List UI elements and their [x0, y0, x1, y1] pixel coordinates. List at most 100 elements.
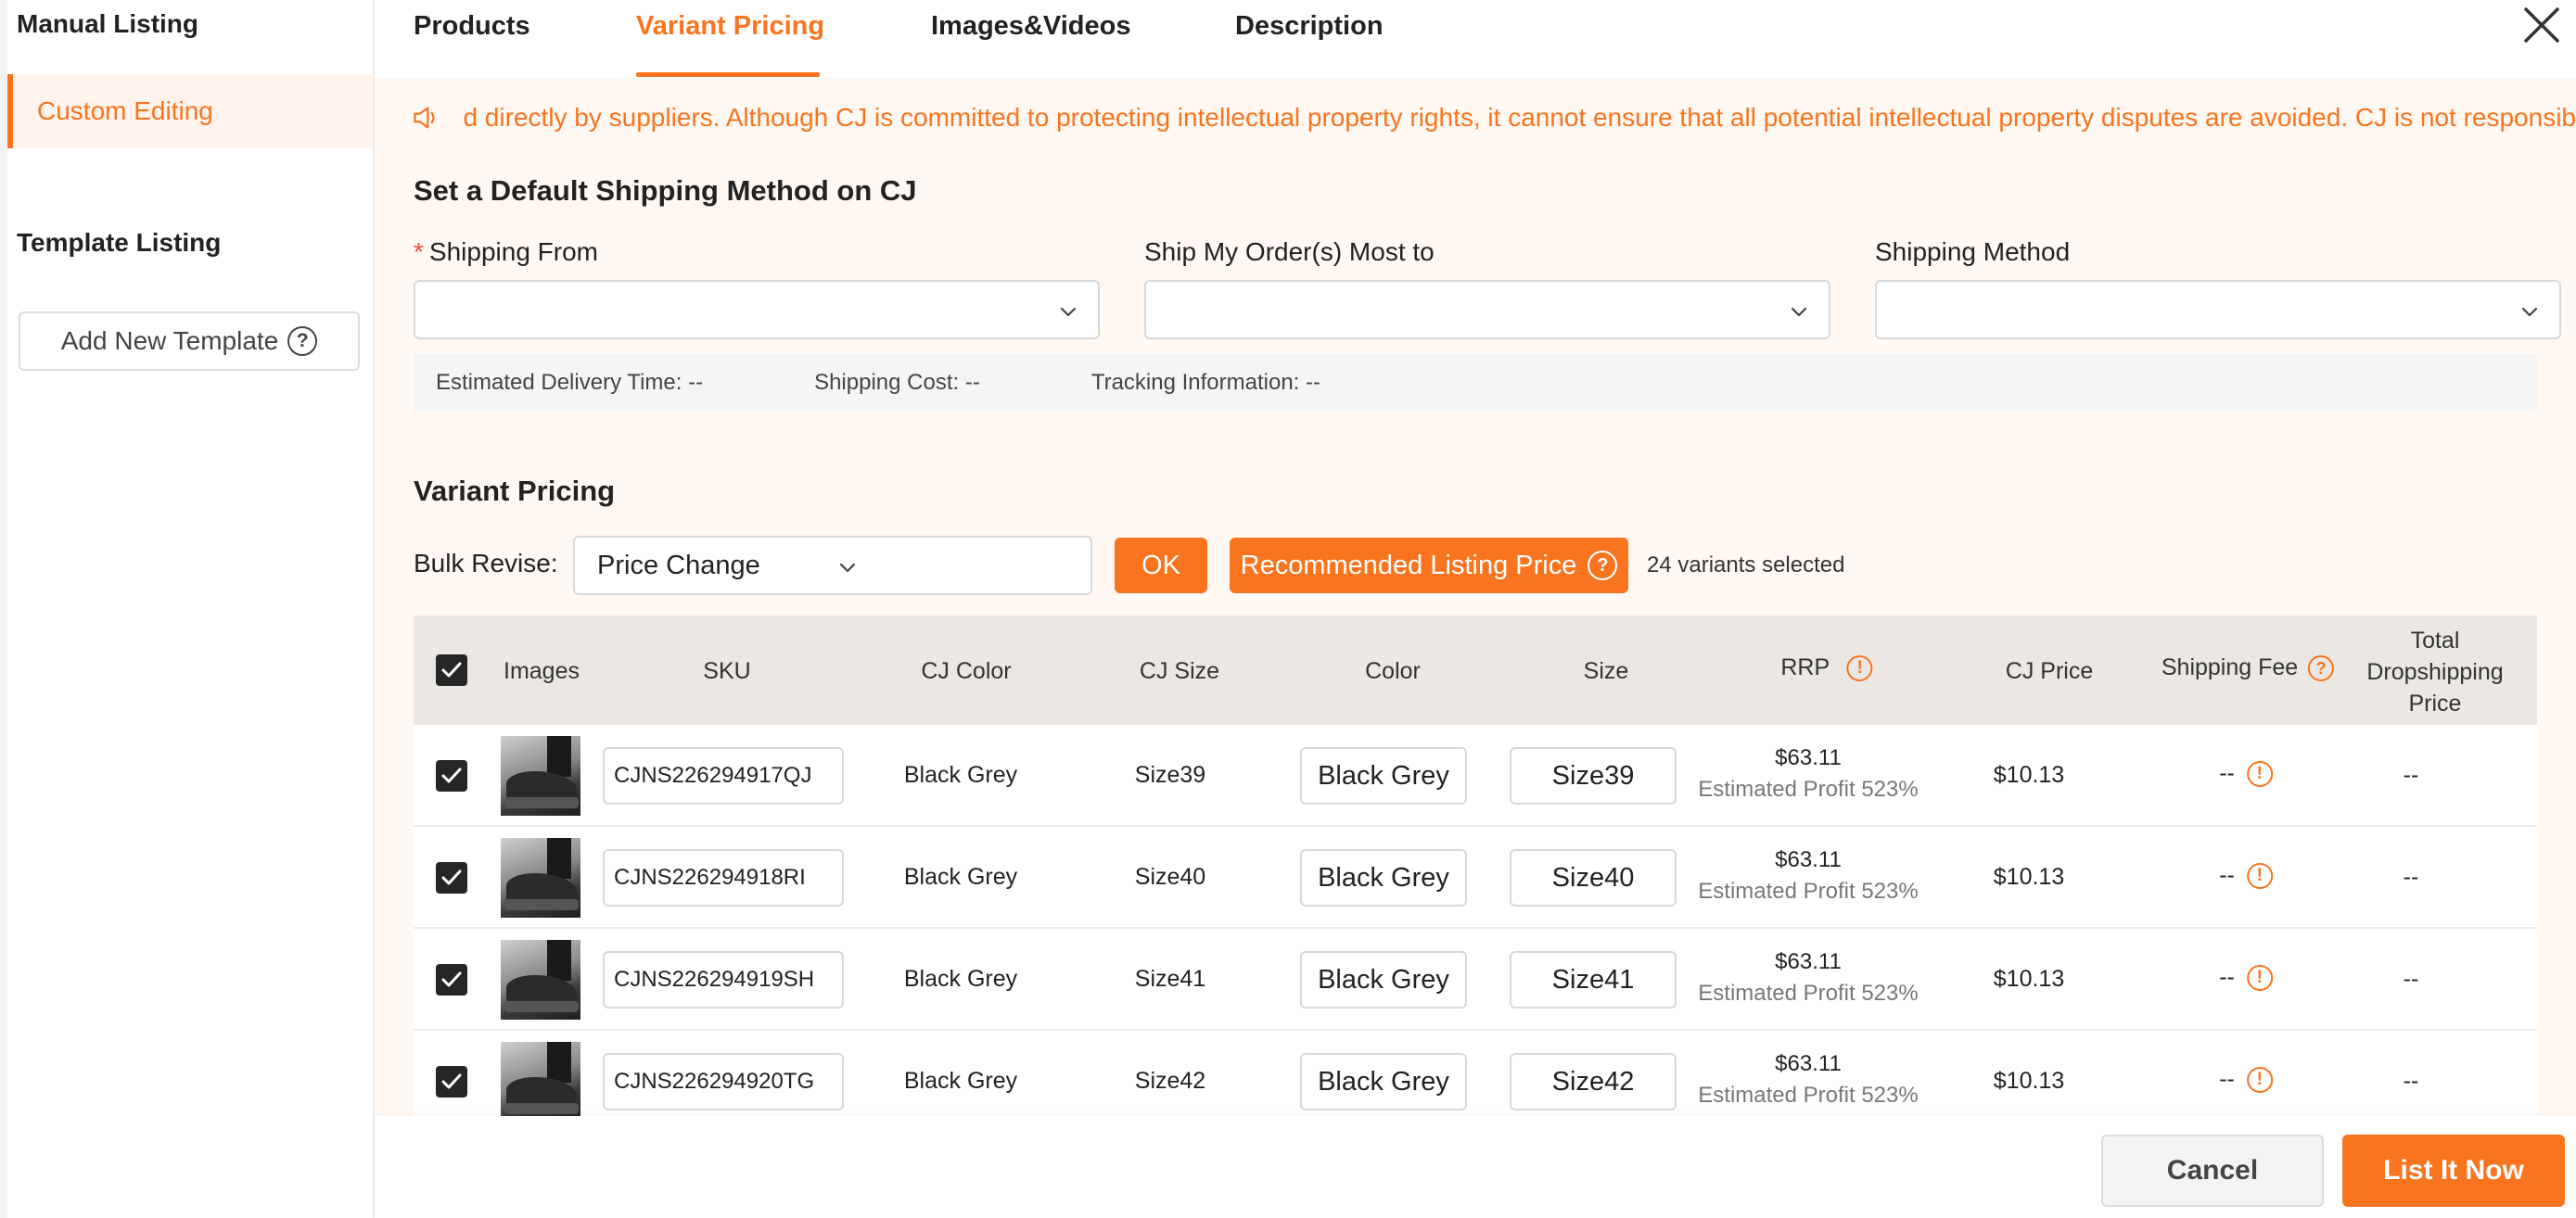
required-mark: * — [414, 237, 424, 266]
sku-input[interactable]: CJNS226294917QJ — [603, 747, 844, 805]
select-all-checkbox[interactable] — [436, 654, 467, 686]
help-icon[interactable]: ? — [2308, 655, 2335, 682]
bulk-revise-label: Bulk Revise: — [414, 549, 558, 577]
rrp-cell: $63.11 Estimated Profit 523% — [1698, 847, 1918, 905]
add-new-template-button[interactable]: Add New Template ? — [19, 311, 360, 371]
shipping-fee-cell: -- ! — [2219, 862, 2273, 890]
notice-banner: d directly by suppliers. Although CJ is … — [412, 95, 2576, 141]
variant-table: Images SKU CJ Color CJ Size Color Size R… — [414, 615, 2537, 1116]
header-sku: SKU — [703, 658, 751, 684]
header-cj-color: CJ Color — [921, 658, 1012, 684]
total-price-cell: -- — [2403, 1068, 2419, 1094]
warning-icon[interactable]: ! — [1846, 655, 1873, 682]
sidebar: Manual Listing Custom Editing Template L… — [0, 0, 375, 1218]
sidebar-heading-manual-listing: Manual Listing — [17, 9, 198, 38]
recommended-listing-price-label: Recommended Listing Price — [1240, 550, 1577, 580]
color-input[interactable]: Black Grey — [1300, 747, 1467, 805]
notice-text: d directly by suppliers. Although CJ is … — [463, 103, 2576, 132]
shipping-fee-value: -- — [2219, 760, 2235, 786]
tab-variant-pricing[interactable]: Variant Pricing — [636, 11, 824, 42]
bulk-revise-value: Price Change — [597, 550, 760, 580]
shipping-fee-cell: -- ! — [2219, 760, 2273, 788]
close-button[interactable] — [2519, 2, 2565, 48]
rrp-price: $63.11 — [1775, 745, 1842, 770]
product-thumbnail[interactable] — [501, 940, 580, 1020]
header-total-line1: Total — [2410, 628, 2460, 653]
bulk-revise-input[interactable] — [870, 536, 1092, 595]
color-input[interactable]: Black Grey — [1300, 951, 1467, 1009]
rrp-cell: $63.11 Estimated Profit 523% — [1698, 949, 1918, 1007]
chevron-down-icon — [2521, 307, 2538, 317]
header-size: Size — [1583, 658, 1629, 684]
table-row: CJNS226294917QJ Black Grey Size39 Black … — [414, 725, 2537, 827]
cj-color-cell: Black Grey — [903, 966, 1018, 992]
product-thumbnail[interactable] — [501, 1042, 580, 1116]
recommended-listing-price-button[interactable]: Recommended Listing Price ? — [1230, 538, 1628, 593]
bulk-revise-select[interactable]: Price Change — [573, 536, 872, 595]
sidebar-item-custom-editing[interactable]: Custom Editing — [7, 74, 373, 148]
header-cj-price: CJ Price — [2005, 658, 2094, 684]
ok-button[interactable]: OK — [1115, 538, 1207, 593]
sku-input[interactable]: CJNS226294919SH — [603, 951, 844, 1009]
row-checkbox[interactable] — [436, 964, 467, 996]
footer-bar: Cancel List It Now — [375, 1116, 2576, 1218]
color-input[interactable]: Black Grey — [1300, 1053, 1467, 1110]
shipping-fee-value: -- — [2219, 862, 2235, 888]
cj-size-cell: Size41 — [1134, 966, 1206, 992]
rrp-price: $63.11 — [1775, 847, 1842, 872]
row-checkbox[interactable] — [436, 760, 467, 792]
table-row: CJNS226294920TG Black Grey Size42 Black … — [414, 1031, 2537, 1116]
tab-products[interactable]: Products — [414, 11, 530, 42]
product-thumbnail[interactable] — [501, 736, 580, 816]
header-rrp: RRP ! — [1780, 654, 1873, 682]
rrp-cell: $63.11 Estimated Profit 523% — [1698, 745, 1918, 803]
header-shipping-fee: Shipping Fee ? — [2162, 654, 2335, 682]
header-cj-size: CJ Size — [1139, 658, 1220, 684]
cj-color-cell: Black Grey — [903, 864, 1018, 890]
cj-size-cell: Size39 — [1134, 762, 1206, 788]
checkmark-icon — [441, 662, 462, 678]
color-input[interactable]: Black Grey — [1300, 849, 1467, 907]
cancel-button[interactable]: Cancel — [2101, 1135, 2324, 1207]
close-icon — [2524, 7, 2559, 43]
total-price-cell: -- — [2403, 762, 2419, 788]
shipping-fee-value: -- — [2219, 1066, 2235, 1092]
rrp-cell: $63.11 Estimated Profit 523% — [1698, 1051, 1918, 1109]
shipping-cost: Shipping Cost: -- — [814, 370, 980, 395]
cj-price-cell: $10.13 — [1993, 1068, 2065, 1094]
shipping-from-select[interactable] — [414, 280, 1100, 339]
estimated-profit: Estimated Profit 523% — [1698, 879, 1919, 904]
warning-icon[interactable]: ! — [2246, 965, 2273, 992]
estimated-profit: Estimated Profit 523% — [1698, 981, 1919, 1006]
total-price-cell: -- — [2403, 966, 2419, 992]
shipping-method-select[interactable] — [1875, 280, 2561, 339]
row-checkbox[interactable] — [436, 862, 467, 894]
shipping-method-label: Shipping Method — [1875, 237, 2071, 266]
size-input[interactable]: Size42 — [1510, 1053, 1677, 1110]
size-input[interactable]: Size40 — [1510, 849, 1677, 907]
help-icon[interactable]: ? — [287, 326, 318, 356]
product-thumbnail[interactable] — [501, 838, 580, 918]
header-rrp-label: RRP — [1780, 654, 1830, 680]
size-input[interactable]: Size41 — [1510, 951, 1677, 1009]
list-it-now-button[interactable]: List It Now — [2342, 1135, 2565, 1207]
row-checkbox[interactable] — [436, 1066, 467, 1097]
sku-input[interactable]: CJNS226294920TG — [603, 1053, 844, 1110]
cj-size-cell: Size42 — [1134, 1068, 1206, 1094]
size-input[interactable]: Size39 — [1510, 747, 1677, 805]
shipping-fee-cell: -- ! — [2219, 964, 2273, 992]
warning-icon[interactable]: ! — [2246, 761, 2273, 788]
rrp-price: $63.11 — [1775, 949, 1842, 974]
estimated-profit: Estimated Profit 523% — [1698, 777, 1919, 802]
tab-description[interactable]: Description — [1235, 11, 1384, 42]
warning-icon[interactable]: ! — [2246, 863, 2273, 890]
checkmark-icon — [441, 768, 462, 783]
sku-input[interactable]: CJNS226294918RI — [603, 849, 844, 907]
cj-color-cell: Black Grey — [903, 1068, 1018, 1094]
tab-images-videos[interactable]: Images&Videos — [931, 11, 1130, 42]
header-total-dropshipping-price: Total Dropshipping Price — [2366, 625, 2503, 719]
warning-icon[interactable]: ! — [2246, 1067, 2273, 1094]
cj-price-cell: $10.13 — [1993, 966, 2065, 992]
cj-price-cell: $10.13 — [1993, 864, 2065, 890]
ship-to-select[interactable] — [1144, 280, 1830, 339]
